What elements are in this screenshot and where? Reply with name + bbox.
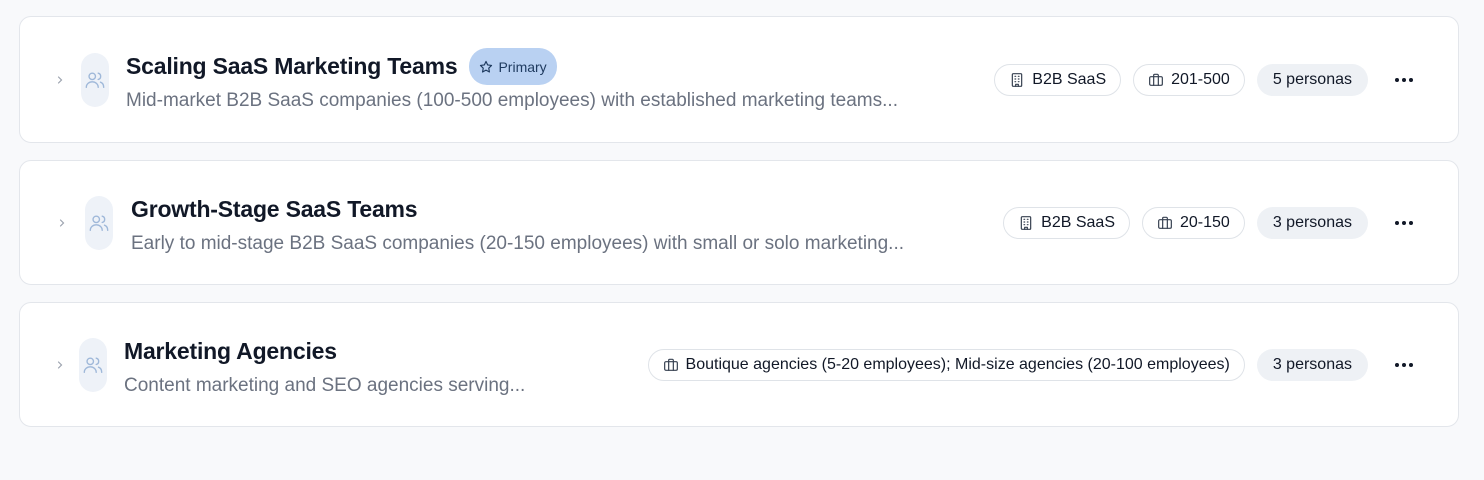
persona-count: 5 personas — [1256, 63, 1368, 96]
segment-list: Scaling SaaS Marketing Teams Primary Mid… — [19, 16, 1459, 444]
size-label: Boutique agencies (5-20 employees); Mid-… — [685, 355, 1230, 373]
segment-title: Marketing Agencies — [124, 338, 337, 364]
segment-text: Growth-Stage SaaS Teams Early to mid-sta… — [131, 191, 971, 255]
primary-badge-label: Primary — [498, 58, 547, 75]
users-icon — [85, 195, 113, 250]
segment-text: Marketing Agencies Content marketing and… — [124, 333, 556, 397]
segment-text: Scaling SaaS Marketing Teams Primary Mid… — [126, 48, 966, 112]
briefcase-icon — [1149, 73, 1164, 86]
segment-meta: Boutique agencies (5-20 employees); Mid-… — [647, 348, 1418, 381]
more-horizontal-icon[interactable] — [1390, 209, 1418, 237]
segment-description: Mid-market B2B SaaS companies (100-500 e… — [126, 89, 898, 111]
primary-badge: Primary — [469, 48, 557, 85]
segment-meta: B2B SaaS 201-500 5 personas — [994, 63, 1418, 96]
segment-description: Content marketing and SEO agencies servi… — [124, 374, 526, 396]
building-icon — [1020, 215, 1032, 230]
chevron-right-icon[interactable] — [54, 72, 66, 88]
size-chip: 20-150 — [1142, 206, 1245, 239]
segment-card[interactable]: Marketing Agencies Content marketing and… — [19, 302, 1459, 427]
users-icon — [81, 52, 109, 107]
users-icon — [79, 337, 107, 392]
industry-label: B2B SaaS — [1032, 70, 1107, 88]
size-chip: 201-500 — [1133, 63, 1245, 96]
star-icon — [480, 60, 493, 73]
segment-title: Growth-Stage SaaS Teams — [131, 196, 418, 222]
size-chip: Boutique agencies (5-20 employees); Mid-… — [647, 348, 1245, 381]
more-horizontal-icon[interactable] — [1390, 66, 1418, 94]
industry-label: B2B SaaS — [1041, 213, 1115, 231]
industry-chip: B2B SaaS — [1003, 206, 1130, 239]
chevron-right-icon[interactable] — [54, 357, 66, 373]
building-icon — [1012, 72, 1023, 87]
persona-count: 3 personas — [1256, 348, 1368, 381]
briefcase-icon — [663, 358, 678, 371]
size-label: 20-150 — [1180, 213, 1230, 231]
more-horizontal-icon[interactable] — [1390, 351, 1418, 379]
persona-count: 3 personas — [1256, 206, 1368, 239]
segment-card[interactable]: Scaling SaaS Marketing Teams Primary Mid… — [19, 16, 1459, 143]
segment-description: Early to mid-stage B2B SaaS companies (2… — [131, 232, 905, 254]
industry-chip: B2B SaaS — [994, 63, 1122, 96]
segment-card[interactable]: Growth-Stage SaaS Teams Early to mid-sta… — [19, 160, 1459, 285]
size-label: 201-500 — [1171, 70, 1230, 88]
segment-meta: B2B SaaS 20-150 3 personas — [1003, 206, 1418, 239]
briefcase-icon — [1158, 216, 1172, 229]
segment-title: Scaling SaaS Marketing Teams — [126, 53, 458, 79]
chevron-right-icon[interactable] — [56, 215, 68, 231]
